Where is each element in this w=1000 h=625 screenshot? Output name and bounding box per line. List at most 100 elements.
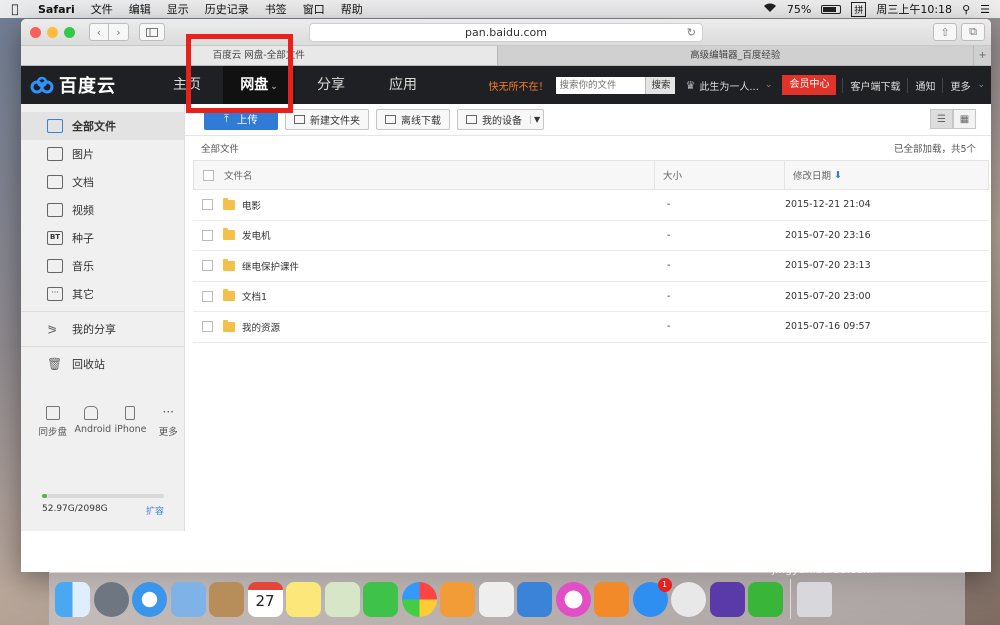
device-more[interactable]: ··· 更多 (153, 406, 184, 438)
menu-edit[interactable]: 编辑 (121, 1, 159, 17)
forward-button[interactable]: › (109, 23, 129, 41)
search-button[interactable]: 搜索 (645, 76, 676, 94)
row-checkbox[interactable] (202, 229, 213, 241)
nav-netdisk[interactable]: 网盘 ⌄ (223, 66, 295, 104)
username[interactable]: 此生为一人... (699, 78, 759, 93)
zoom-window-icon[interactable] (64, 26, 75, 38)
header-date[interactable]: 修改日期 (793, 168, 831, 182)
search-icon[interactable]: ⚲ (962, 3, 970, 16)
nav-home[interactable]: 主页 (151, 66, 223, 104)
menu-help[interactable]: 帮助 (333, 1, 371, 17)
close-window-icon[interactable] (30, 26, 41, 38)
header-filename[interactable]: 文件名 (224, 168, 253, 182)
notifications-link[interactable]: 通知 (907, 77, 942, 93)
menubar-clock[interactable]: 周三上午10:18 (876, 1, 952, 17)
list-icon[interactable]: ☰ (980, 3, 990, 16)
itunes-icon[interactable] (555, 581, 591, 617)
photos-icon[interactable] (401, 581, 437, 617)
vip-center-button[interactable]: 会员中心 (782, 75, 837, 95)
back-button[interactable]: ‹ (89, 23, 109, 41)
table-row[interactable]: 发电机 - 2015-07-20 23:16 (193, 221, 989, 251)
offline-download-button[interactable]: 离线下载 (376, 109, 450, 130)
menu-bookmarks[interactable]: 书签 (257, 1, 295, 17)
row-checkbox[interactable] (202, 321, 213, 333)
menu-view[interactable]: 显示 (159, 1, 197, 17)
table-row[interactable]: 电影 - 2015-12-21 21:04 (193, 190, 989, 221)
ibooks-icon[interactable] (594, 581, 629, 617)
baidu-cloud-logo[interactable]: 百度云 (21, 72, 151, 98)
file-name[interactable]: 发电机 (242, 228, 271, 242)
row-checkbox[interactable] (202, 199, 213, 211)
sidebar-item-my-share[interactable]: ⪖ 我的分享 (21, 315, 184, 343)
table-row[interactable]: 我的资源 - 2015-07-16 09:57 (193, 312, 989, 343)
sidebar-item-documents[interactable]: 文档 (21, 168, 184, 196)
share-button[interactable]: ⇧ (933, 23, 957, 41)
show-tabs-button[interactable]: ⧉ (961, 23, 985, 41)
breadcrumb[interactable]: 全部文件 (201, 141, 239, 155)
calendar-icon[interactable]: 27 (247, 581, 283, 617)
row-checkbox[interactable] (202, 260, 213, 272)
more-link[interactable]: 更多 (942, 77, 977, 93)
client-download-link[interactable]: 客户端下载 (842, 77, 907, 93)
preview-icon[interactable] (324, 581, 360, 617)
tab-baidu-pan[interactable]: 百度云 网盘-全部文件 (21, 46, 497, 65)
sidebar-item-trash[interactable]: 🗑 回收站 (21, 350, 184, 378)
nav-apps[interactable]: 应用 (367, 66, 439, 104)
sidebar-item-torrents[interactable]: BT 种子 (21, 224, 184, 252)
select-all-checkbox[interactable] (203, 169, 214, 181)
notes-icon[interactable] (286, 581, 321, 617)
chevron-down-icon[interactable]: ⌄ (765, 80, 773, 90)
new-tab-button[interactable]: + (973, 46, 991, 65)
sidebar-item-all-files[interactable]: 全部文件 (21, 112, 184, 140)
trash-icon[interactable] (797, 581, 832, 617)
keynote-icon[interactable] (517, 581, 552, 617)
table-row[interactable]: 文档1 - 2015-07-20 23:00 (193, 282, 989, 312)
safari-icon[interactable] (132, 581, 167, 617)
file-search-input[interactable] (556, 76, 646, 94)
wifi-icon[interactable] (763, 3, 777, 16)
imovie-icon[interactable] (709, 581, 745, 617)
apple-menu-icon[interactable]:  (0, 2, 30, 16)
menu-history[interactable]: 历史记录 (197, 1, 257, 17)
finder-icon[interactable] (55, 581, 90, 617)
contacts-icon[interactable] (209, 581, 244, 617)
expand-storage-link[interactable]: 扩容 (146, 504, 164, 517)
row-checkbox[interactable] (202, 290, 213, 302)
file-name[interactable]: 电影 (242, 198, 261, 212)
device-android[interactable]: Android (74, 406, 111, 438)
sort-desc-icon[interactable]: ⬇ (834, 170, 842, 181)
facetime-icon[interactable] (363, 581, 398, 617)
file-name[interactable]: 继电保护课件 (242, 259, 299, 273)
app-icon[interactable] (671, 581, 706, 617)
sidebar-toggle-button[interactable] (139, 23, 165, 41)
sidebar-item-music[interactable]: 音乐 (21, 252, 184, 280)
address-bar[interactable]: pan.baidu.com ↻ (309, 23, 703, 42)
upload-button[interactable]: ⤒ 上传 (204, 109, 278, 130)
device-sync-disk[interactable]: 同步盘 (37, 406, 68, 438)
minimize-window-icon[interactable] (47, 26, 58, 38)
header-size[interactable]: 大小 (663, 168, 682, 182)
app-store-icon[interactable]: 1 (632, 577, 672, 617)
chevron-down-icon[interactable]: ▼ (530, 115, 543, 124)
list-view-icon[interactable]: ☰ (930, 109, 953, 129)
input-method-icon[interactable]: 拼 (851, 1, 867, 17)
sidebar-item-other[interactable]: ··· 其它 (21, 280, 184, 308)
iqiyi-icon[interactable] (748, 581, 783, 617)
menu-file[interactable]: 文件 (83, 1, 121, 17)
reload-icon[interactable]: ↻ (687, 24, 696, 41)
grid-view-icon[interactable]: ▦ (953, 109, 976, 129)
tab-baidu-jingyan[interactable]: 高级编辑器_百度经验 (496, 46, 974, 65)
my-devices-button[interactable]: 我的设备 ▼ (457, 109, 545, 130)
nav-share[interactable]: 分享 (295, 66, 367, 104)
new-folder-button[interactable]: 新建文件夹 (285, 109, 369, 130)
sidebar-item-images[interactable]: 图片 (21, 140, 184, 168)
menu-app[interactable]: Safari (30, 3, 83, 16)
sidebar-item-videos[interactable]: 视频 (21, 196, 184, 224)
file-name[interactable]: 文档1 (242, 289, 267, 303)
numbers-icon[interactable] (478, 581, 514, 617)
file-name[interactable]: 我的资源 (242, 320, 280, 334)
chevron-down-icon[interactable]: ⌄ (977, 80, 991, 90)
table-row[interactable]: 继电保护课件 - 2015-07-20 23:13 (193, 251, 989, 282)
pages-icon[interactable] (440, 581, 475, 617)
menu-window[interactable]: 窗口 (295, 1, 333, 17)
